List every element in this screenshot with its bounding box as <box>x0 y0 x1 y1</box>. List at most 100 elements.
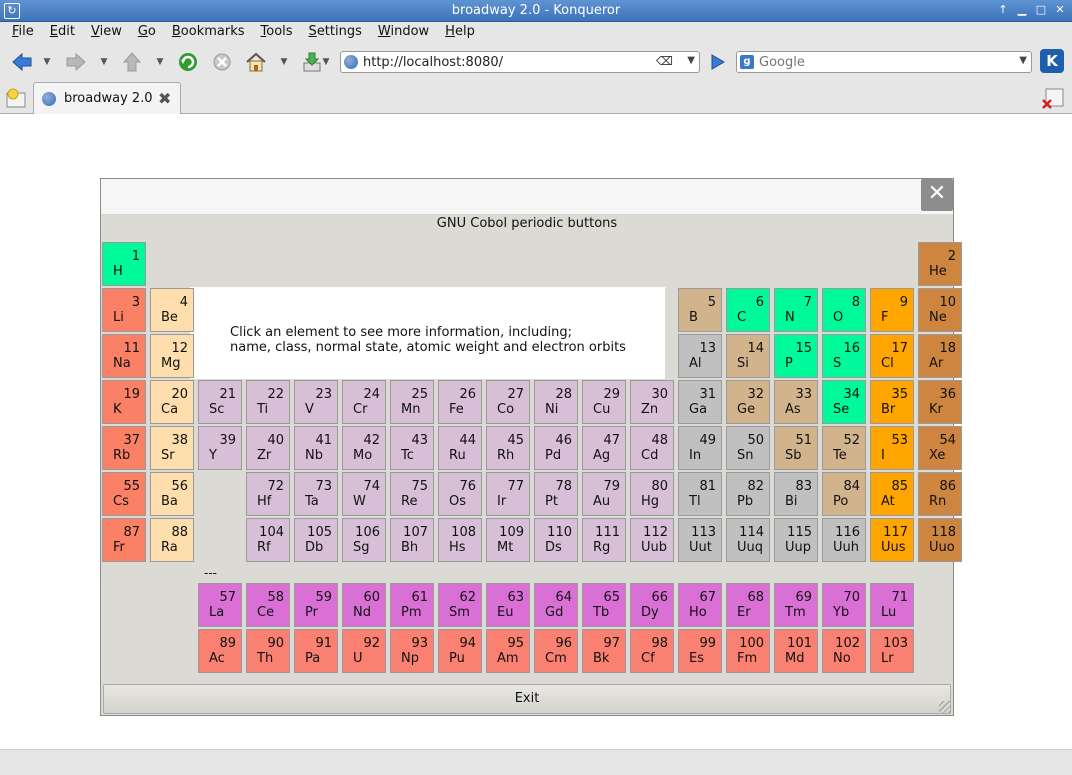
element-button-cs[interactable]: 55 Cs <box>102 472 146 516</box>
element-button-gd[interactable]: 64 Gd <box>534 583 578 627</box>
element-button-te[interactable]: 52 Te <box>822 426 866 470</box>
element-button-i[interactable]: 53 I <box>870 426 914 470</box>
menu-window[interactable]: Window <box>370 22 437 44</box>
element-button-cu[interactable]: 29 Cu <box>582 380 626 424</box>
element-button-si[interactable]: 14 Si <box>726 334 770 378</box>
google-search-engine-icon[interactable]: g <box>740 55 754 69</box>
element-button-uut[interactable]: 113 Uut <box>678 518 722 562</box>
element-button-b[interactable]: 5B <box>678 288 722 332</box>
element-button-f[interactable]: 9F <box>870 288 914 332</box>
element-button-at[interactable]: 85 At <box>870 472 914 516</box>
element-button-zn[interactable]: 30 Zn <box>630 380 674 424</box>
element-button-ho[interactable]: 67 Ho <box>678 583 722 627</box>
element-button-s[interactable]: 16 S <box>822 334 866 378</box>
element-button-bi[interactable]: 83 Bi <box>774 472 818 516</box>
element-button-hs[interactable]: 108 Hs <box>438 518 482 562</box>
clear-location-icon[interactable]: ⌫ <box>656 54 673 68</box>
element-button-ni[interactable]: 28 Ni <box>534 380 578 424</box>
element-button-th[interactable]: 90 Th <box>246 629 290 673</box>
element-button-yb[interactable]: 70 Yb <box>822 583 866 627</box>
element-button-na[interactable]: 11 Na <box>102 334 146 378</box>
element-button-np[interactable]: 93 Np <box>390 629 434 673</box>
new-tab-icon[interactable] <box>4 86 28 110</box>
element-button-fm[interactable]: 100 Fm <box>726 629 770 673</box>
element-button-in[interactable]: 49 In <box>678 426 722 470</box>
element-button-es[interactable]: 99 Es <box>678 629 722 673</box>
element-button-no[interactable]: 102 No <box>822 629 866 673</box>
menu-go[interactable]: Go <box>130 22 164 44</box>
element-button-ra[interactable]: 88 Ra <box>150 518 194 562</box>
menu-settings[interactable]: Settings <box>301 22 370 44</box>
element-button-tl[interactable]: 81 Tl <box>678 472 722 516</box>
menu-bookmarks[interactable]: Bookmarks <box>164 22 253 44</box>
element-button-pu[interactable]: 94 Pu <box>438 629 482 673</box>
element-button-uus[interactable]: 117 Uus <box>870 518 914 562</box>
element-button-as[interactable]: 33 As <box>774 380 818 424</box>
up-dropdown-icon[interactable]: ▼ <box>155 58 165 67</box>
search-input[interactable] <box>759 54 999 70</box>
element-button-tm[interactable]: 69 Tm <box>774 583 818 627</box>
search-bar[interactable]: g ▼ <box>736 51 1032 73</box>
element-button-ge[interactable]: 32 Ge <box>726 380 770 424</box>
element-button-sc[interactable]: 21 Sc <box>198 380 242 424</box>
element-button-ds[interactable]: 110 Ds <box>534 518 578 562</box>
element-button-p[interactable]: 15 P <box>774 334 818 378</box>
element-button-kr[interactable]: 36 Kr <box>918 380 962 424</box>
element-button-ir[interactable]: 77 Ir <box>486 472 530 516</box>
element-button-be[interactable]: 4 Be <box>150 288 194 332</box>
element-button-pt[interactable]: 78 Pt <box>534 472 578 516</box>
element-button-md[interactable]: 101 Md <box>774 629 818 673</box>
element-button-o[interactable]: 8O <box>822 288 866 332</box>
minimize-icon[interactable]: ▁ <box>1014 2 1030 18</box>
element-button-lr[interactable]: 103 Lr <box>870 629 914 673</box>
element-button-fe[interactable]: 26 Fe <box>438 380 482 424</box>
element-button-sb[interactable]: 51 Sb <box>774 426 818 470</box>
element-button-rb[interactable]: 37 Rb <box>102 426 146 470</box>
element-button-mo[interactable]: 42 Mo <box>342 426 386 470</box>
element-button-pm[interactable]: 61 Pm <box>390 583 434 627</box>
element-button-br[interactable]: 35 Br <box>870 380 914 424</box>
close-tab-icon[interactable]: ✖ <box>158 89 171 108</box>
element-button-ru[interactable]: 44 Ru <box>438 426 482 470</box>
element-button-bh[interactable]: 107 Bh <box>390 518 434 562</box>
element-button-uup[interactable]: 115 Uup <box>774 518 818 562</box>
element-button-sr[interactable]: 38 Sr <box>150 426 194 470</box>
location-bar[interactable]: ⌫ ▼ <box>340 51 700 73</box>
element-button-sn[interactable]: 50 Sn <box>726 426 770 470</box>
element-button-u[interactable]: 92 U <box>342 629 386 673</box>
element-button-uuq[interactable]: 114 Uuq <box>726 518 770 562</box>
element-button-pa[interactable]: 91 Pa <box>294 629 338 673</box>
element-button-pr[interactable]: 59 Pr <box>294 583 338 627</box>
element-button-ti[interactable]: 22 Ti <box>246 380 290 424</box>
location-history-dropdown-icon[interactable]: ▼ <box>687 55 695 66</box>
element-button-xe[interactable]: 54 Xe <box>918 426 962 470</box>
element-button-uuh[interactable]: 116 Uuh <box>822 518 866 562</box>
element-button-lu[interactable]: 71 Lu <box>870 583 914 627</box>
element-button-am[interactable]: 95 Am <box>486 629 530 673</box>
menu-view[interactable]: View <box>83 22 130 44</box>
element-button-re[interactable]: 75 Re <box>390 472 434 516</box>
close-current-tab-icon[interactable] <box>1040 86 1066 112</box>
element-button-sg[interactable]: 106 Sg <box>342 518 386 562</box>
element-button-se[interactable]: 34 Se <box>822 380 866 424</box>
element-button-mn[interactable]: 25 Mn <box>390 380 434 424</box>
element-button-rf[interactable]: 104 Rf <box>246 518 290 562</box>
element-button-co[interactable]: 27 Co <box>486 380 530 424</box>
element-button-hg[interactable]: 80 Hg <box>630 472 674 516</box>
forward-history-dropdown-icon[interactable]: ▼ <box>99 58 109 67</box>
element-button-fr[interactable]: 87 Fr <box>102 518 146 562</box>
element-button-mt[interactable]: 109 Mt <box>486 518 530 562</box>
element-button-uub[interactable]: 112 Uub <box>630 518 674 562</box>
menu-edit[interactable]: Edit <box>42 22 83 44</box>
element-button-dy[interactable]: 66 Dy <box>630 583 674 627</box>
element-button-cl[interactable]: 17 Cl <box>870 334 914 378</box>
forward-arrow-icon[interactable] <box>64 50 88 74</box>
element-button-nb[interactable]: 41 Nb <box>294 426 338 470</box>
element-button-li[interactable]: 3 Li <box>102 288 146 332</box>
url-input[interactable] <box>363 54 653 70</box>
element-button-db[interactable]: 105 Db <box>294 518 338 562</box>
element-button-la[interactable]: 57 La <box>198 583 242 627</box>
reload-icon[interactable] <box>176 50 200 74</box>
up-arrow-icon[interactable] <box>120 50 144 74</box>
resize-grip-icon[interactable] <box>939 701 951 713</box>
